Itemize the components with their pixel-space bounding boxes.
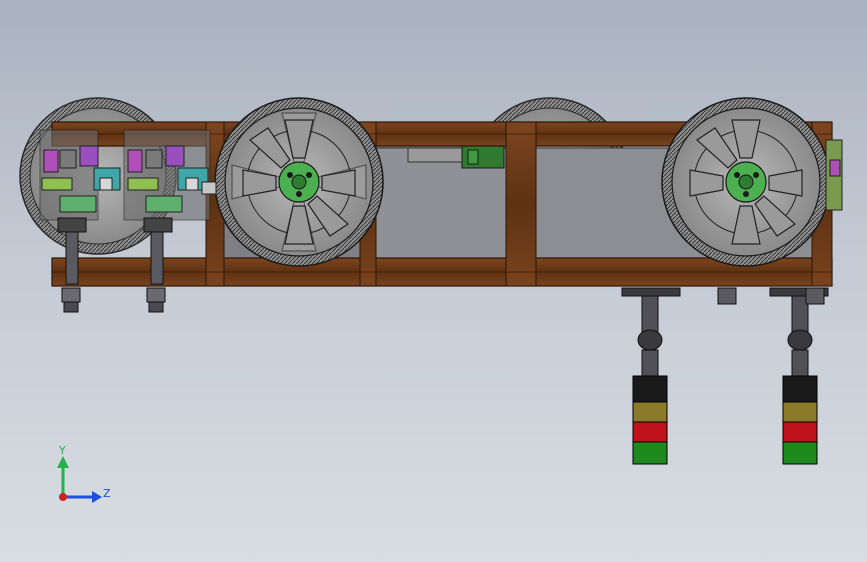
view-triad[interactable]: Y Z bbox=[57, 444, 111, 503]
graphics-viewport[interactable]: Y Z bbox=[0, 0, 867, 562]
y-axis-arrow-head bbox=[57, 456, 69, 468]
leveling-foot-1 bbox=[621, 287, 681, 377]
x-axis-dot bbox=[59, 493, 67, 501]
z-axis-label: Z bbox=[103, 487, 111, 500]
front-left-wheel bbox=[214, 97, 384, 267]
y-axis-label: Y bbox=[58, 444, 66, 457]
z-axis-arrow-head bbox=[92, 491, 102, 503]
front-right-wheel bbox=[661, 97, 831, 267]
gripper-assembly-right bbox=[825, 139, 843, 211]
signal-tower-1 bbox=[632, 375, 668, 465]
signal-tower-2 bbox=[782, 375, 818, 465]
cad-model-scene[interactable]: Y Z bbox=[0, 0, 867, 562]
